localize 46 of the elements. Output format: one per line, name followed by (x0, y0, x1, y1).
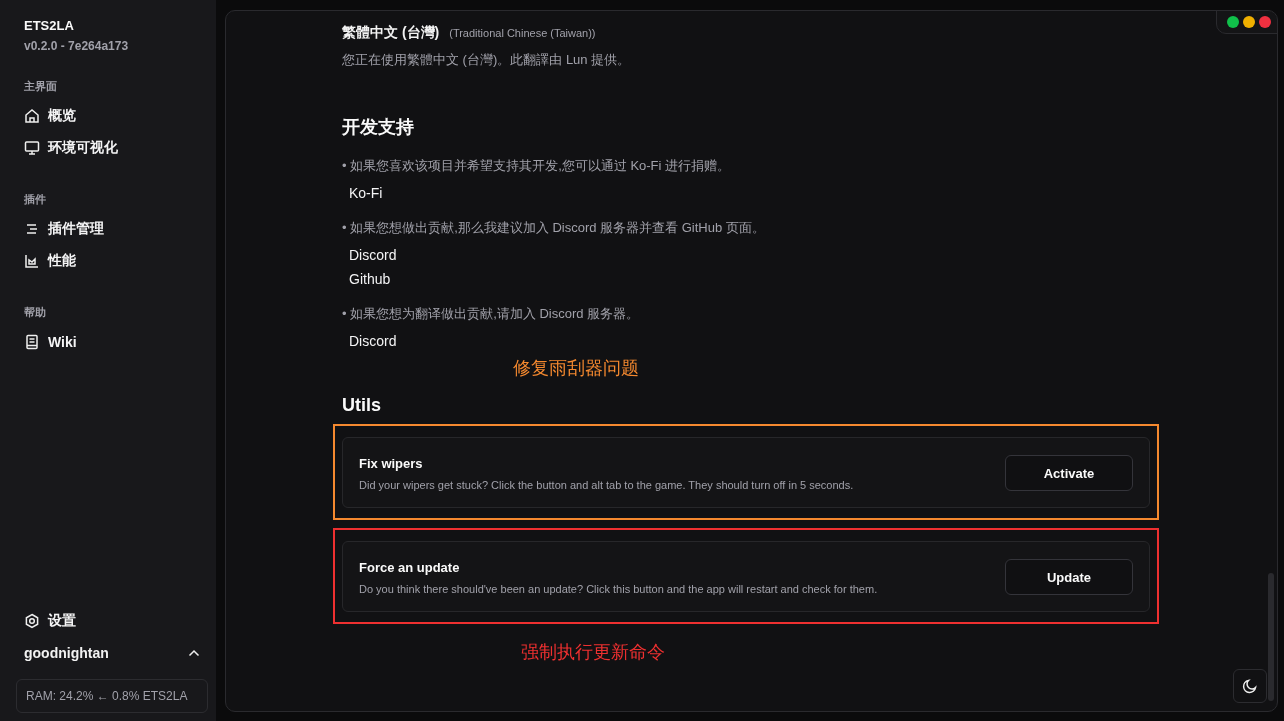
version-text: v0.2.0 - 7e264a173 (24, 39, 130, 53)
sidebar-item[interactable]: 环境可视化 (16, 132, 196, 164)
user-name: goodnightan (24, 645, 109, 661)
settings-icon (24, 613, 40, 629)
annotation-label: 强制执行更新命令 (521, 641, 665, 664)
chart-icon (24, 253, 40, 269)
moon-icon (1242, 678, 1258, 694)
chevron-up-icon[interactable] (188, 649, 200, 657)
sidebar-item[interactable]: 概览 (16, 100, 196, 132)
card-title: Force an update (359, 559, 461, 575)
ram-usage: RAM: 24.2% ← 0.8% ETS2LA (16, 679, 208, 713)
window-control[interactable] (1227, 16, 1239, 28)
card-title: Fix wipers (359, 455, 424, 471)
card-description: Did your wipers get stuck? Click the button and alt tab to the game. They should turn off in 5 seconds. (359, 478, 854, 491)
annotation-label: 修复雨刮器问题 (513, 357, 639, 380)
home-icon (24, 108, 40, 124)
link[interactable]: Discord (349, 247, 397, 263)
language-english-name: (Traditional Chinese (Taiwan)) (449, 27, 596, 39)
book-icon (24, 334, 40, 350)
settings-item[interactable]: 设置 (16, 605, 196, 637)
window-control[interactable] (1243, 16, 1255, 28)
group-label: 帮助 (24, 305, 47, 320)
link[interactable]: Discord (349, 333, 397, 349)
section-heading: 开发支持 (342, 116, 415, 139)
sidebar-item[interactable]: 插件管理 (16, 213, 196, 245)
scrollbar[interactable] (1268, 573, 1274, 701)
list-icon (24, 221, 40, 237)
support-text: • 如果您喜欢该项目并希望支持其开发,您可以通过 Ko-Fi 进行捐赠。 (342, 157, 732, 175)
support-text: • 如果您想做出贡献,那么我建议加入 Discord 服务器并查看 GitHub 页面。 (342, 219, 766, 237)
language-name: 繁體中文 (台灣) (342, 24, 440, 42)
group-label: 插件 (24, 192, 47, 207)
app-name: ETS2LA (24, 18, 75, 33)
group-label: 主界面 (24, 79, 58, 94)
link[interactable]: Github (349, 271, 391, 287)
section-heading: Utils (342, 395, 382, 416)
monitor-icon (24, 140, 40, 156)
support-text: • 如果您想为翻译做出贡献,请加入 Discord 服务器。 (342, 305, 641, 323)
link[interactable]: Ko-Fi (349, 185, 383, 201)
theme-toggle-button[interactable] (1233, 669, 1267, 703)
action-button[interactable]: Update (1005, 559, 1133, 595)
card-description: Do you think there should've been an update? Click this button and the app will restart and check for them. (359, 582, 878, 595)
action-button[interactable]: Activate (1005, 455, 1133, 491)
window-control[interactable] (1259, 16, 1271, 28)
translation-note: 您正在使用繁體中文 (台灣)。此翻譯由 Lun 提供。 (342, 51, 632, 69)
sidebar-item[interactable]: Wiki (16, 326, 196, 358)
sidebar-item[interactable]: 性能 (16, 245, 196, 277)
